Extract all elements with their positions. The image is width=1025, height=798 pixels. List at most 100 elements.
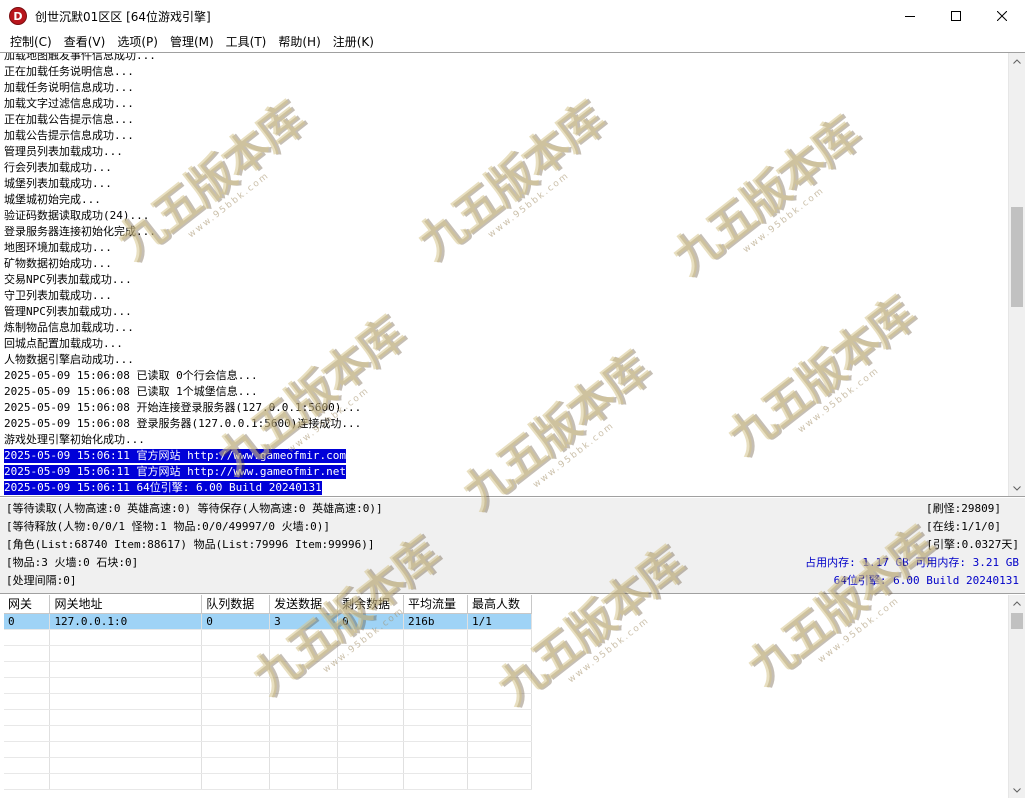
log-line[interactable]: 行会列表加载成功... — [4, 160, 1005, 176]
log-line-text: 加载任务说明信息成功... — [4, 81, 134, 94]
log-line[interactable]: 矿物数据初始成功... — [4, 256, 1005, 272]
log-line[interactable]: 2025-05-09 15:06:08 登录服务器(127.0.0.1:5600… — [4, 416, 1005, 432]
gateway-table[interactable]: 网关 网关地址 队列数据 发送数据 剩余数据 平均流量 最高人数 0 127.0.… — [4, 595, 533, 790]
title-bar[interactable]: D 创世沉默01区区 [64位游戏引擎] — [0, 0, 1025, 32]
minimize-button[interactable] — [887, 0, 933, 32]
log-scrollbar[interactable] — [1008, 53, 1025, 496]
log-line-text: 城堡列表加载成功... — [4, 177, 112, 190]
maximize-button[interactable] — [933, 0, 979, 32]
log-line-text: 2025-05-09 15:06:11 官方网站 http://www.game… — [4, 465, 347, 479]
grid-scroll-thumb[interactable] — [1011, 613, 1023, 629]
scroll-up-arrow[interactable] — [1009, 53, 1025, 69]
log-list[interactable]: 加载地图触发事件信息成功... 正在加载任务说明信息... 加载任务说明信息成功..… — [4, 52, 1005, 496]
log-line[interactable]: 游戏处理引擎初始化成功... — [4, 432, 1005, 448]
column-header-max-users[interactable]: 最高人数 — [467, 595, 533, 614]
menu-manage[interactable]: 管理(M) — [164, 32, 220, 52]
table-cell-empty — [4, 661, 51, 678]
column-header-gateway-address[interactable]: 网关地址 — [49, 595, 203, 614]
table-cell-empty — [403, 677, 468, 694]
menu-view[interactable]: 查看(V) — [58, 32, 112, 52]
table-cell-empty — [337, 741, 405, 758]
status-wait-read: [等待读取(人物高速:0 英雄高速:0) 等待保存(人物高速:0 英雄高速:0)… — [6, 502, 383, 515]
log-line[interactable]: 守卫列表加载成功... — [4, 288, 1005, 304]
log-line-text: 矿物数据初始成功... — [4, 257, 112, 270]
table-cell-empty — [4, 741, 51, 758]
table-row[interactable]: 0 127.0.0.1:0 0 3 0 216b 1/1 — [4, 613, 533, 630]
status-monster-refresh: [刷怪:29809] — [926, 502, 1001, 515]
menu-control[interactable]: 控制(C) — [4, 32, 58, 52]
menu-register[interactable]: 注册(K) — [327, 32, 380, 52]
grid-scroll-down-arrow[interactable] — [1009, 782, 1025, 798]
gateway-grid-pane: 网关 网关地址 队列数据 发送数据 剩余数据 平均流量 最高人数 0 127.0.… — [0, 595, 1025, 798]
log-line[interactable]: 正在加载任务说明信息... — [4, 64, 1005, 80]
column-header-gateway[interactable]: 网关 — [4, 595, 51, 614]
log-line[interactable]: 加载任务说明信息成功... — [4, 80, 1005, 96]
table-cell-empty — [403, 645, 468, 662]
table-cell-empty — [201, 725, 271, 742]
log-line[interactable]: 城堡列表加载成功... — [4, 176, 1005, 192]
log-line[interactable]: 2025-05-09 15:06:08 开始连接登录服务器(127.0.0.1:… — [4, 400, 1005, 416]
log-line[interactable]: 2025-05-09 15:06:11 官方网站 http://www.game… — [4, 448, 1005, 464]
log-line[interactable]: 验证码数据读取成功(24)... — [4, 208, 1005, 224]
log-line-text: 加载文字过滤信息成功... — [4, 97, 134, 110]
log-line[interactable]: 正在加载公告提示信息... — [4, 112, 1005, 128]
table-row-empty — [4, 773, 533, 790]
table-cell-empty — [4, 645, 51, 662]
close-button[interactable] — [979, 0, 1025, 32]
status-pane: [等待读取(人物高速:0 英雄高速:0) 等待保存(人物高速:0 英雄高速:0)… — [0, 498, 1025, 594]
log-line-text: 2025-05-09 15:06:11 64位引擎: 6.00 Build 20… — [4, 481, 322, 495]
log-line[interactable]: 加载地图触发事件信息成功... — [4, 52, 1005, 64]
table-header-row: 网关 网关地址 队列数据 发送数据 剩余数据 平均流量 最高人数 — [4, 595, 533, 614]
table-cell-empty — [269, 645, 339, 662]
table-cell-empty — [201, 645, 271, 662]
log-line[interactable]: 管理NPC列表加载成功... — [4, 304, 1005, 320]
table-cell-empty — [403, 709, 468, 726]
minimize-icon — [905, 16, 915, 17]
log-line[interactable]: 2025-05-09 15:06:11 官方网站 http://www.game… — [4, 464, 1005, 480]
menu-options[interactable]: 选项(P) — [111, 32, 164, 52]
log-line[interactable]: 管理员列表加载成功... — [4, 144, 1005, 160]
log-line[interactable]: 登录服务器连接初始化完成... — [4, 224, 1005, 240]
table-cell: 0 — [201, 613, 271, 630]
menu-help[interactable]: 帮助(H) — [272, 32, 326, 52]
column-header-send-data[interactable]: 发送数据 — [269, 595, 339, 614]
log-line-text: 加载地图触发事件信息成功... — [4, 52, 156, 62]
menu-bar: 控制(C) 查看(V) 选项(P) 管理(M) 工具(T) 帮助(H) 注册(K… — [0, 32, 1025, 52]
table-cell-empty — [269, 693, 339, 710]
table-cell-empty — [49, 757, 203, 774]
log-line[interactable]: 地图环境加载成功... — [4, 240, 1005, 256]
column-header-avg-traffic[interactable]: 平均流量 — [403, 595, 468, 614]
log-line[interactable]: 人物数据引擎启动成功... — [4, 352, 1005, 368]
scroll-down-arrow[interactable] — [1009, 480, 1025, 496]
column-header-remaining-data[interactable]: 剩余数据 — [337, 595, 405, 614]
chevron-up-icon — [1013, 58, 1021, 64]
table-cell-empty — [49, 741, 203, 758]
log-line[interactable]: 2025-05-09 15:06:08 已读取 0个行会信息... — [4, 368, 1005, 384]
log-line[interactable]: 交易NPC列表加载成功... — [4, 272, 1005, 288]
table-cell-empty — [337, 645, 405, 662]
log-line[interactable]: 加载公告提示信息成功... — [4, 128, 1005, 144]
table-cell-empty — [4, 773, 51, 790]
table-cell-empty — [337, 693, 405, 710]
log-pane[interactable]: 加载地图触发事件信息成功... 正在加载任务说明信息... 加载任务说明信息成功..… — [0, 52, 1025, 497]
log-line[interactable]: 炼制物品信息加载成功... — [4, 320, 1005, 336]
grid-scroll-up-arrow[interactable] — [1009, 595, 1025, 611]
scroll-thumb[interactable] — [1011, 207, 1023, 307]
table-cell-empty — [4, 725, 51, 742]
grid-scrollbar[interactable] — [1008, 595, 1025, 798]
log-line[interactable]: 2025-05-09 15:06:11 64位引擎: 6.00 Build 20… — [4, 480, 1005, 496]
log-line[interactable]: 回城点配置加载成功... — [4, 336, 1005, 352]
column-header-queue-data[interactable]: 队列数据 — [201, 595, 271, 614]
table-cell-empty — [403, 693, 468, 710]
table-cell-empty — [49, 645, 203, 662]
app-icon[interactable]: D — [9, 7, 27, 25]
menu-tools[interactable]: 工具(T) — [220, 32, 273, 52]
table-cell-empty — [337, 661, 405, 678]
log-line[interactable]: 2025-05-09 15:06:08 已读取 1个城堡信息... — [4, 384, 1005, 400]
log-line[interactable]: 加载文字过滤信息成功... — [4, 96, 1005, 112]
status-memory: 占用内存: 1.17 GB 可用内存: 3.21 GB — [805, 556, 1019, 569]
table-cell-empty — [201, 677, 271, 694]
table-cell-empty — [49, 661, 203, 678]
table-cell-empty — [269, 773, 339, 790]
log-line[interactable]: 城堡城初始完成... — [4, 192, 1005, 208]
